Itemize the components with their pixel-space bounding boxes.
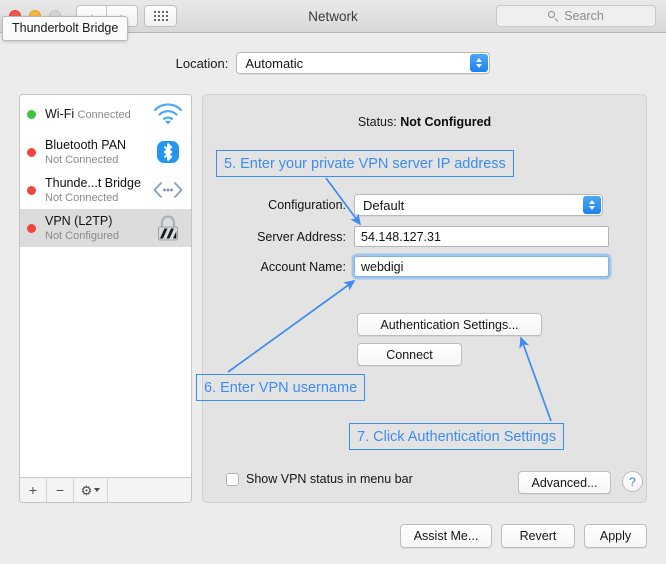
show-vpn-status-checkbox[interactable]: [226, 473, 239, 486]
account-name-input[interactable]: webdigi: [354, 256, 609, 277]
sidebar-item-wifi[interactable]: Wi-Fi Connected: [20, 95, 191, 133]
chevron-updown-icon: [470, 54, 488, 72]
gear-icon: ⚙: [81, 484, 93, 497]
tooltip: Thunderbolt Bridge: [2, 16, 128, 41]
thunderbolt-bridge-icon: [151, 176, 185, 204]
advanced-button[interactable]: Advanced...: [518, 471, 611, 494]
annotation-step-7: 7. Click Authentication Settings: [349, 423, 564, 450]
sidebar-item-text: VPN (L2TP) Not Configured: [45, 214, 151, 243]
vpn-lock-icon: [151, 214, 185, 242]
status-badge: Not Configured: [400, 115, 491, 129]
search-placeholder: Search: [564, 9, 604, 23]
search-icon: [548, 11, 559, 22]
location-label: Location:: [176, 56, 229, 71]
configuration-row: Configuration: Default: [202, 194, 603, 216]
revert-button[interactable]: Revert: [501, 524, 575, 548]
status-dot: [27, 148, 36, 157]
server-address-label: Server Address:: [202, 230, 354, 244]
status-dot: [27, 110, 36, 119]
services-list: Wi-Fi Connected Bluetooth PAN Not Connec…: [20, 95, 191, 460]
show-vpn-status-label: Show VPN status in menu bar: [246, 472, 413, 486]
chevron-down-icon: [94, 488, 100, 492]
assist-me-button[interactable]: Assist Me...: [400, 524, 492, 548]
sidebar-item-label: Wi-Fi: [45, 107, 74, 121]
remove-service-button[interactable]: −: [47, 478, 74, 502]
configuration-value: Default: [355, 198, 404, 213]
status-dot: [27, 224, 36, 233]
sidebar-item-text: Bluetooth PAN Not Connected: [45, 138, 151, 167]
status-dot: [27, 186, 36, 195]
sidebar-item-label: Bluetooth PAN: [45, 138, 126, 152]
sidebar-item-thunderbolt-bridge[interactable]: Thunde...t Bridge Not Connected: [20, 171, 191, 209]
sidebar-item-status: Not Connected: [45, 192, 118, 204]
sidebar-item-status: Connected: [78, 109, 131, 121]
add-service-button[interactable]: +: [20, 478, 47, 502]
sidebar-item-vpn-l2tp[interactable]: VPN (L2TP) Not Configured: [20, 209, 191, 247]
configuration-select[interactable]: Default: [354, 194, 603, 216]
connect-button[interactable]: Connect: [357, 343, 462, 366]
server-address-row: Server Address: 54.148.127.31: [202, 226, 609, 247]
location-row: Location: Automatic: [0, 52, 666, 74]
account-name-row: Account Name: webdigi: [202, 256, 609, 277]
annotation-step-5: 5. Enter your private VPN server IP addr…: [216, 150, 514, 177]
chevron-updown-icon: [583, 196, 601, 214]
sidebar-item-label: Thunde...t Bridge: [45, 176, 141, 190]
sidebar-item-bluetooth-pan[interactable]: Bluetooth PAN Not Connected: [20, 133, 191, 171]
sidebar-item-text: Wi-Fi Connected: [45, 107, 151, 122]
location-select[interactable]: Automatic: [236, 52, 490, 74]
bluetooth-icon: [151, 138, 185, 166]
server-address-input[interactable]: 54.148.127.31: [354, 226, 609, 247]
authentication-settings-button[interactable]: Authentication Settings...: [357, 313, 542, 336]
service-actions-button[interactable]: ⚙: [74, 478, 108, 502]
sidebar-item-text: Thunde...t Bridge Not Connected: [45, 176, 151, 205]
configuration-label: Configuration:: [202, 198, 354, 212]
account-name-label: Account Name:: [202, 260, 354, 274]
wifi-icon: [151, 100, 185, 128]
location-value: Automatic: [237, 56, 303, 71]
annotation-step-6: 6. Enter VPN username: [196, 374, 365, 401]
status-label: Status:: [358, 115, 397, 129]
services-sidebar: Wi-Fi Connected Bluetooth PAN Not Connec…: [19, 94, 192, 503]
sidebar-item-label: VPN (L2TP): [45, 214, 112, 228]
sidebar-item-status: Not Connected: [45, 154, 118, 166]
apply-button[interactable]: Apply: [584, 524, 647, 548]
search-input[interactable]: Search: [496, 5, 656, 27]
show-vpn-status-row[interactable]: Show VPN status in menu bar: [226, 472, 413, 486]
help-button[interactable]: ?: [622, 471, 643, 492]
status-row: Status: Not Configured: [203, 115, 646, 129]
sidebar-footer: + − ⚙: [20, 477, 191, 502]
sidebar-item-status: Not Configured: [45, 230, 119, 242]
